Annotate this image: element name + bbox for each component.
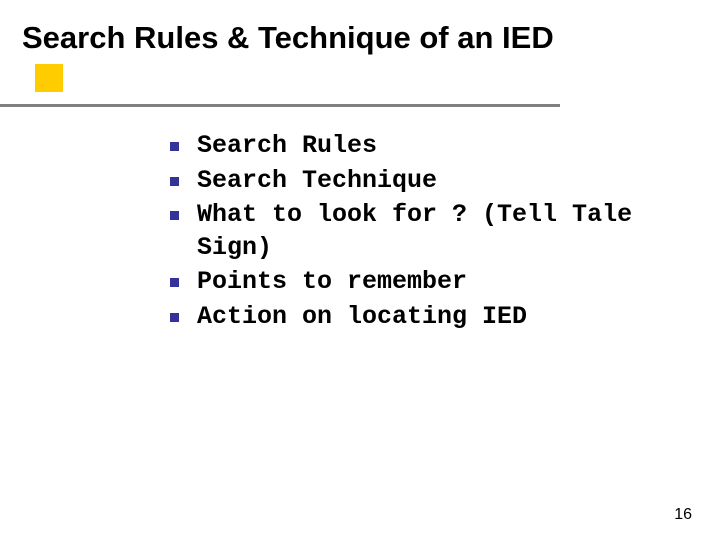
list-item: Points to remember: [170, 266, 670, 299]
list-item: Action on locating IED: [170, 301, 670, 334]
horizontal-rule: [0, 104, 560, 107]
accent-square: [35, 64, 63, 92]
square-bullet-icon: [170, 313, 179, 322]
list-item: What to look for ? (Tell Tale Sign): [170, 199, 670, 264]
list-item: Search Rules: [170, 130, 670, 163]
square-bullet-icon: [170, 211, 179, 220]
list-item-text: Action on locating IED: [197, 301, 527, 334]
square-bullet-icon: [170, 142, 179, 151]
list-item-text: Search Technique: [197, 165, 437, 198]
content-list: Search Rules Search Technique What to lo…: [170, 130, 670, 335]
square-bullet-icon: [170, 177, 179, 186]
list-item-text: Points to remember: [197, 266, 467, 299]
slide: Search Rules & Technique of an IED Searc…: [0, 0, 720, 540]
square-bullet-icon: [170, 278, 179, 287]
list-item: Search Technique: [170, 165, 670, 198]
slide-title: Search Rules & Technique of an IED: [22, 20, 554, 56]
list-item-text: Search Rules: [197, 130, 377, 163]
page-number: 16: [674, 506, 692, 524]
list-item-text: What to look for ? (Tell Tale Sign): [197, 199, 670, 264]
